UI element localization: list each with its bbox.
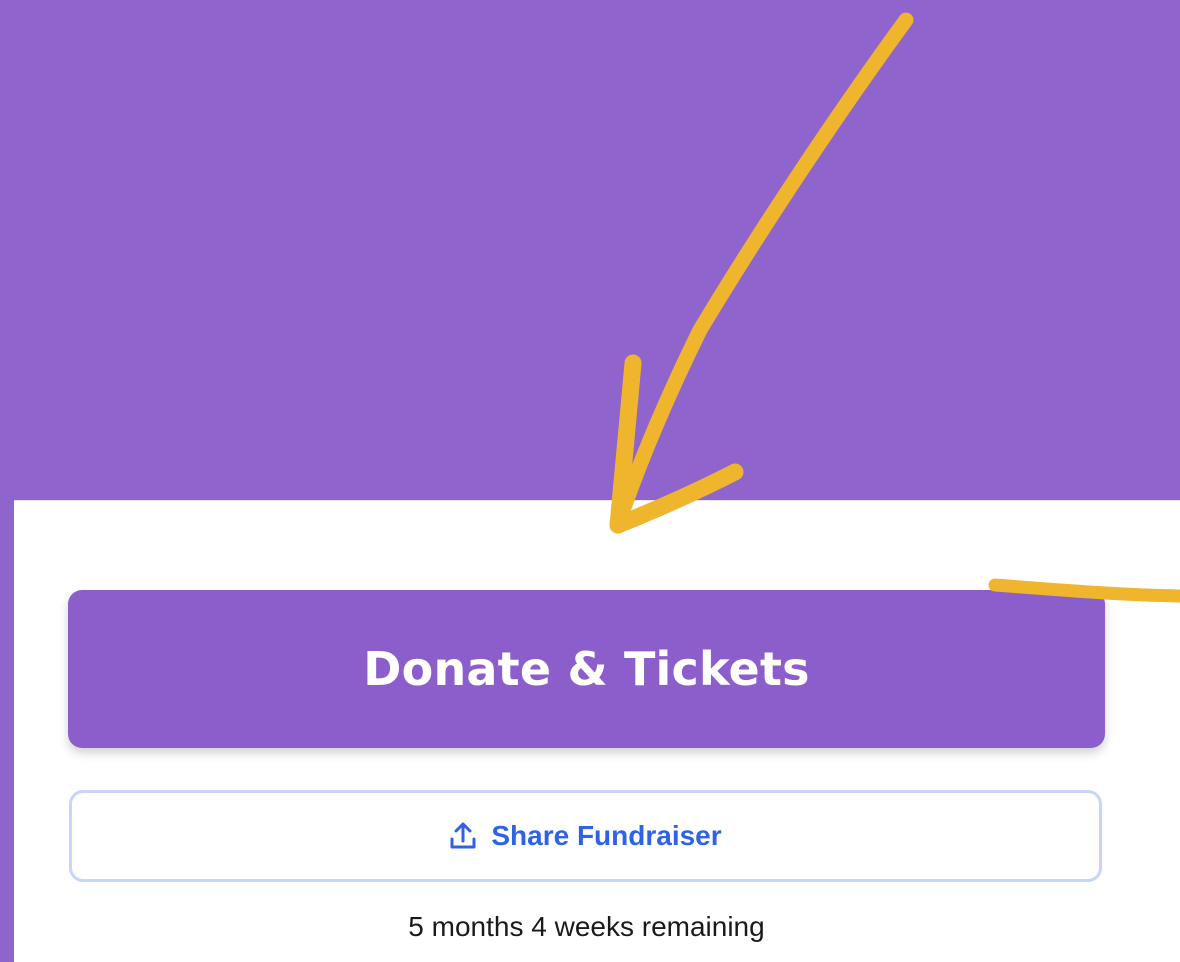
time-remaining-text: 5 months 4 weeks remaining [408, 911, 765, 942]
share-upload-icon [449, 821, 477, 851]
fundraiser-action-panel: Donate & Tickets Share Fundraiser 5 mont… [14, 500, 1180, 962]
donate-tickets-button[interactable]: Donate & Tickets [68, 590, 1105, 748]
share-fundraiser-button[interactable]: Share Fundraiser [69, 790, 1102, 882]
share-fundraiser-label: Share Fundraiser [491, 820, 722, 851]
